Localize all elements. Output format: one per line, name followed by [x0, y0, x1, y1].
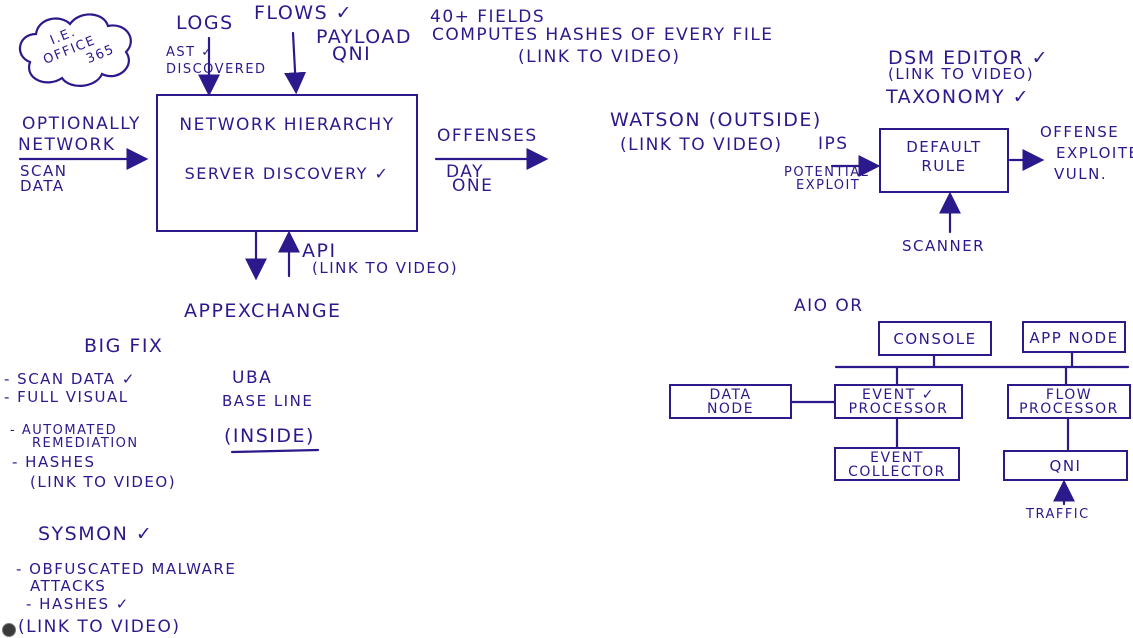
data-node-box: DATA NODE — [669, 384, 792, 419]
flow-processor-label-1: FLOW — [1045, 387, 1093, 403]
uba-title: UBA — [232, 368, 273, 388]
flows-label: FLOWS ✓ — [254, 2, 354, 24]
watson-link: (LINK TO VIDEO) — [620, 135, 783, 155]
console-label: CONSOLE — [893, 330, 977, 348]
watson-label: WATSON (OUTSIDE) — [610, 109, 822, 131]
traffic-label: TRAFFIC — [1026, 507, 1090, 522]
ips-label: IPS — [818, 134, 849, 154]
flow-processor-box: FLOW PROCESSOR — [1007, 384, 1131, 419]
qni-box-label: QNI — [1049, 457, 1082, 475]
default-rule-box: DEFAULT RULE — [879, 128, 1009, 193]
logs-label: LOGS — [176, 12, 234, 34]
uba-inside: (INSIDE) — [224, 425, 315, 447]
offenses-label: OFFENSES — [437, 126, 538, 146]
whiteboard: I.E. OFFICE 365 LOGS AST ✓ DISCOVERED FL… — [0, 0, 1133, 638]
scanner-label: SCANNER — [902, 237, 986, 255]
computes-label: COMPUTES HASHES OF EVERY FILE — [432, 25, 774, 45]
one-label: ONE — [452, 176, 494, 196]
event-collector-label-2: COLLECTOR — [848, 464, 946, 480]
sysmon-item-obfuscated: - OBFUSCATED MALWARE — [16, 560, 237, 578]
data-node-label-1: DATA — [709, 387, 752, 403]
console-box: CONSOLE — [878, 321, 992, 356]
flow-processor-label-2: PROCESSOR — [1019, 401, 1119, 417]
qni-label: QNI — [332, 43, 372, 65]
exploit-label: EXPLOIT — [796, 178, 861, 193]
default-label: DEFAULT — [906, 138, 982, 156]
bigfix-item-link: (LINK TO VIDEO) — [30, 473, 177, 491]
computes-link: (LINK TO VIDEO) — [518, 47, 681, 67]
qradar-main-box: NETWORK HIERARCHY SERVER DISCOVERY ✓ — [156, 94, 418, 232]
qni-box: QNI — [1003, 450, 1128, 481]
vuln-label: VULN. — [1054, 165, 1108, 183]
sysmon-item-attacks: ATTACKS — [30, 577, 107, 595]
taxonomy-label: TAXONOMY ✓ — [886, 86, 1031, 108]
dsm-link: (LINK TO VIDEO) — [888, 65, 1035, 83]
inside-underline — [230, 448, 320, 454]
bigfix-item-hashes: - HASHES — [12, 453, 96, 471]
bigfix-item-remediation: REMEDIATION — [32, 436, 139, 451]
data-node-label-2: NODE — [706, 401, 755, 417]
api-link-label: (LINK TO VIDEO) — [312, 259, 459, 277]
fields-label: 40+ FIELDS — [430, 7, 546, 27]
sysmon-item-hashes: - HASHES ✓ — [26, 595, 130, 613]
exploited-label: EXPLOITED — [1056, 144, 1133, 162]
app-node-label: APP NODE — [1029, 329, 1119, 347]
event-processor-box: EVENT ✓ PROCESSOR — [834, 384, 963, 419]
event-processor-label-1: EVENT ✓ — [862, 387, 935, 403]
flows-arrow — [284, 31, 307, 95]
network-hierarchy-label: NETWORK HIERARCHY — [179, 115, 395, 135]
offense-label: OFFENSE — [1040, 123, 1120, 141]
sysmon-item-link: (LINK TO VIDEO) — [18, 617, 181, 637]
network-label: NETWORK — [18, 135, 116, 155]
recording-indicator-icon — [2, 623, 16, 637]
discovered-label: DISCOVERED — [166, 62, 267, 77]
data-label: DATA — [20, 177, 65, 195]
server-discovery-label: SERVER DISCOVERY ✓ — [184, 164, 390, 183]
event-processor-label-2: PROCESSOR — [848, 401, 949, 417]
event-collector-box: EVENT COLLECTOR — [834, 447, 960, 481]
event-collector-label-1: EVENT — [870, 450, 924, 466]
sysmon-title: SYSMON ✓ — [38, 523, 154, 545]
app-node-box: APP NODE — [1022, 321, 1126, 353]
bigfix-item-scan: - SCAN DATA ✓ — [4, 370, 136, 388]
bigfix-item-visual: - FULL VISUAL — [4, 388, 129, 406]
bigfix-title: BIG FIX — [84, 335, 164, 357]
appexchange-label: APPEXCHANGE — [184, 300, 342, 322]
optionally-label: OPTIONALLY — [22, 114, 141, 134]
aio-label: AIO OR — [794, 296, 864, 316]
uba-baseline: BASE LINE — [222, 392, 314, 410]
asset-label: AST ✓ — [166, 45, 214, 60]
rule-label: RULE — [921, 157, 967, 175]
